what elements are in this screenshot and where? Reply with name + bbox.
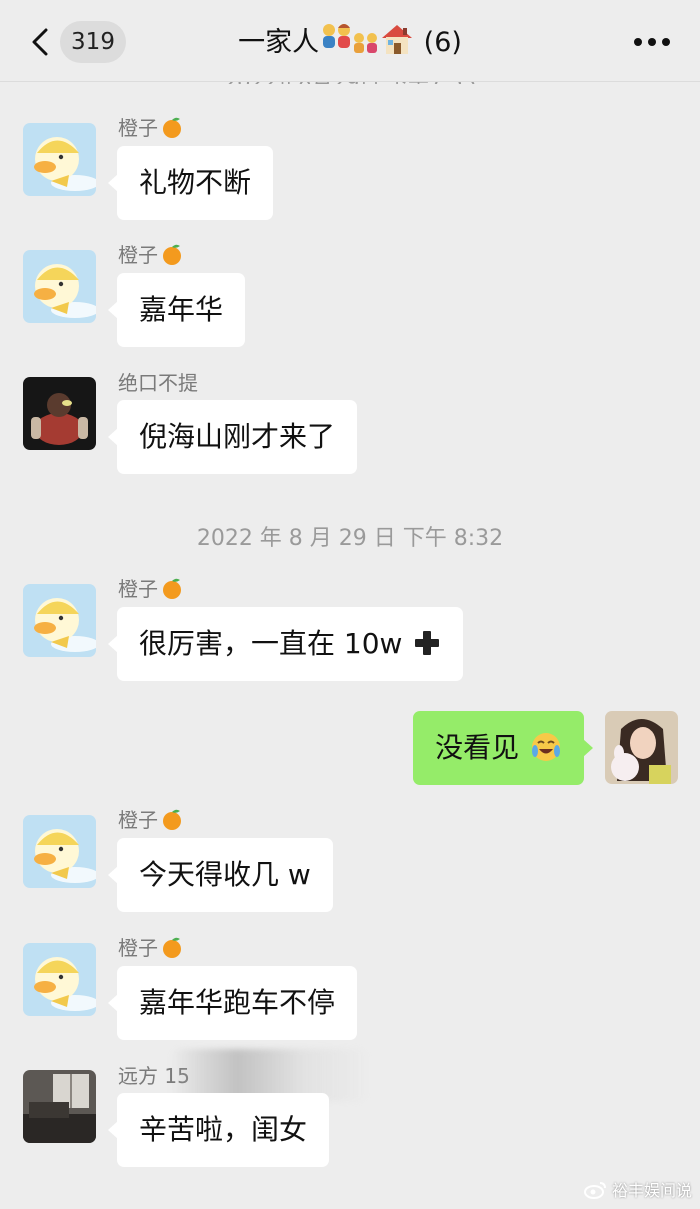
message-bubble[interactable]: 倪海山刚才来了	[107, 400, 358, 474]
chat-title-text: 一家人	[238, 27, 320, 58]
watermark: 裕丰娱间说	[583, 1177, 692, 1201]
message-bubble-self[interactable]: 没看见	[413, 711, 593, 785]
message-bubble[interactable]: 嘉年华	[107, 273, 246, 347]
avatar-self[interactable]	[605, 711, 678, 784]
time-divider: 2022 年 8 月 29 日 下午 8:32	[196, 526, 504, 551]
sender-name-text: 橙子	[118, 936, 158, 960]
sender-name-text: 橙子	[118, 808, 158, 832]
tangerine-emoji	[163, 117, 181, 138]
sender-name: 橙子	[118, 935, 184, 960]
sender-name: 橙子	[118, 576, 184, 601]
watermark-text: 裕丰娱间说	[611, 1181, 692, 1200]
sender-name-text: 橙子	[118, 116, 158, 140]
tangerine-emoji	[163, 937, 181, 958]
sender-name-text: 橙子	[118, 577, 158, 601]
avatar-duck[interactable]	[23, 943, 96, 1016]
crying-laughing-emoji	[532, 733, 560, 761]
chat-title: 一家人 (6)	[0, 22, 700, 63]
message-text: 很厉害，一直在 10w	[139, 627, 403, 660]
sender-name: 橙子	[118, 807, 184, 832]
member-count: (6)	[423, 27, 462, 58]
avatar-duck[interactable]	[23, 250, 96, 323]
avatar-dark-photo[interactable]	[23, 377, 96, 450]
avatar-room-photo[interactable]	[23, 1070, 96, 1143]
tangerine-emoji	[163, 809, 181, 830]
family-emoji	[323, 24, 378, 53]
tangerine-emoji	[163, 244, 181, 265]
message-text: 没看见	[435, 731, 520, 764]
message-bubble[interactable]: 很厉害，一直在 10w	[107, 607, 464, 681]
sender-name: 橙子	[118, 242, 184, 267]
avatar-duck[interactable]	[23, 584, 96, 657]
tangerine-emoji	[163, 578, 181, 599]
message-bubble[interactable]: 礼物不断	[107, 146, 274, 220]
message-bubble[interactable]: 嘉年华跑车不停	[107, 966, 358, 1040]
message-bubble[interactable]: 今天得收几 w	[108, 838, 333, 912]
chat-header: 319 一家人 (6)	[0, 0, 700, 82]
sender-name-text: 橙子	[118, 243, 158, 267]
heavy-plus-emoji	[415, 631, 440, 655]
weibo-logo-icon	[583, 1182, 606, 1199]
more-dots-icon[interactable]	[634, 38, 670, 48]
avatar-duck[interactable]	[23, 815, 96, 888]
sender-name: 绝口不提	[118, 371, 198, 395]
house-emoji	[382, 25, 413, 54]
message-bubble[interactable]: 辛苦啦，闺女	[107, 1093, 330, 1167]
avatar-duck[interactable]	[23, 123, 96, 196]
sender-name: 橙子	[118, 115, 184, 140]
